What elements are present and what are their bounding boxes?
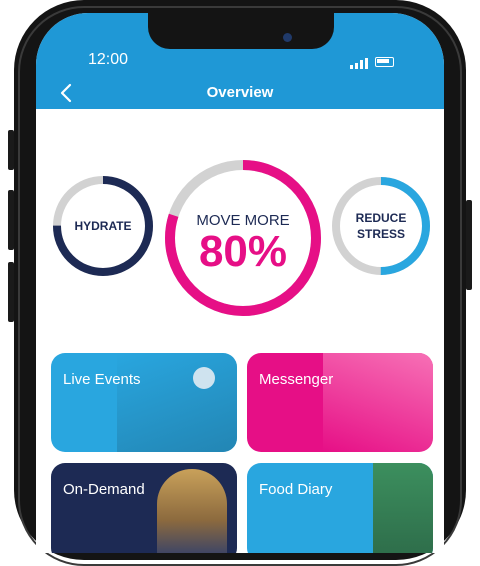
food-diary-label: Food Diary	[259, 481, 333, 498]
signal-icon	[350, 55, 370, 69]
on-demand-photo	[157, 469, 227, 553]
page-title: Overview	[206, 84, 274, 101]
reduce-stress-label-line1: REDUCE	[355, 211, 407, 225]
messenger-label: Messenger	[259, 371, 334, 388]
move-more-percent: 80%	[198, 227, 288, 276]
phone-power-button	[466, 200, 472, 290]
food-diary-photo	[373, 463, 433, 553]
tile-on-demand[interactable]: On-Demand	[51, 463, 237, 553]
phone-notch	[148, 13, 334, 49]
camera-icon	[283, 33, 292, 42]
reduce-stress-goal-ring[interactable]: REDUCE STRESS	[330, 175, 432, 277]
phone-volume-up-button	[8, 190, 14, 250]
move-more-goal-ring[interactable]: MOVE MORE 80%	[160, 155, 326, 321]
tile-messenger[interactable]: Messenger	[247, 353, 433, 452]
tile-food-diary[interactable]: Food Diary	[247, 463, 433, 553]
messenger-photo	[323, 353, 433, 452]
live-events-label: Live Events	[63, 371, 141, 388]
presenter-image	[193, 367, 215, 389]
hydrate-label: HYDRATE	[74, 219, 132, 233]
phone-volume-down-button	[8, 262, 14, 322]
phone-side-button	[8, 130, 14, 170]
tile-live-events[interactable]: Live Events	[51, 353, 237, 452]
app-header: 12:00 Overview	[36, 13, 444, 109]
hydrate-goal-ring[interactable]: HYDRATE	[50, 173, 156, 279]
reduce-stress-ring-graphic	[332, 177, 430, 275]
battery-icon	[375, 57, 394, 67]
live-events-photo	[117, 353, 237, 452]
app-screen: 12:00 Overview HYDRATE MOVE MORE 80% RED…	[36, 13, 444, 553]
status-time: 12:00	[88, 51, 129, 68]
move-more-label: MOVE MORE	[196, 212, 290, 229]
on-demand-label: On-Demand	[63, 481, 145, 498]
reduce-stress-label-line2: STRESS	[356, 227, 405, 241]
